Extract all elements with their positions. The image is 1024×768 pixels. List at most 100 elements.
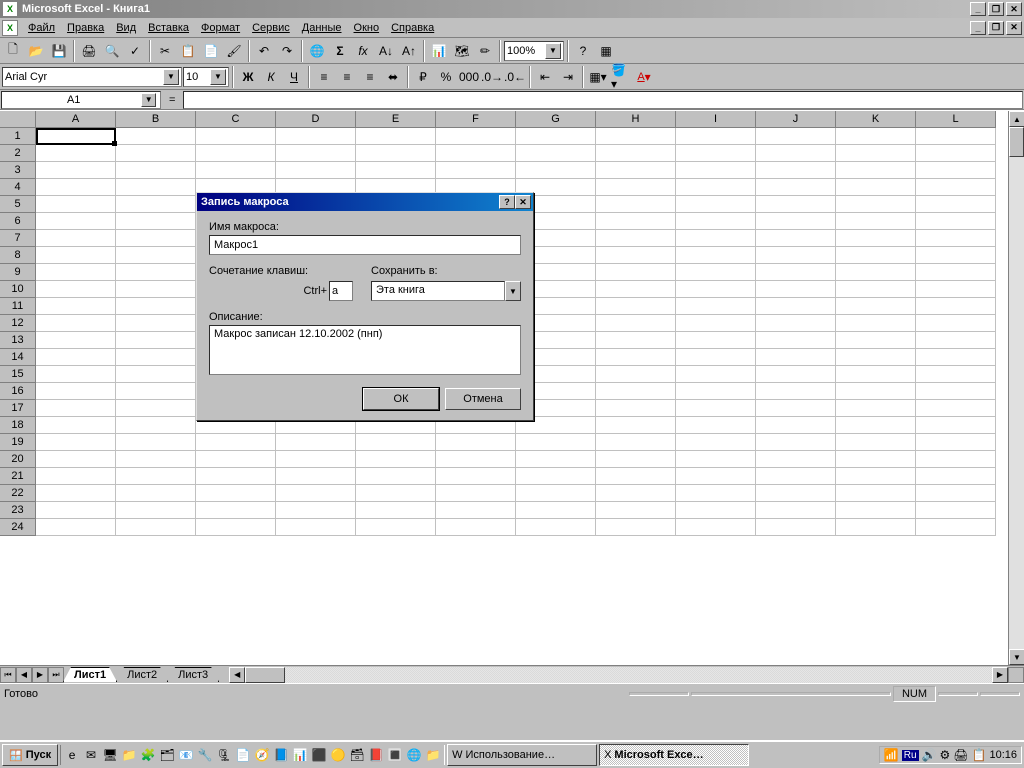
cell[interactable] [676, 298, 756, 315]
cell[interactable] [276, 434, 356, 451]
column-header[interactable]: A [36, 111, 116, 128]
cell[interactable] [596, 451, 676, 468]
drawing-icon[interactable]: ✏ [474, 40, 496, 62]
cell[interactable] [196, 519, 276, 536]
shortcut-key-input[interactable] [329, 281, 353, 301]
ql-icon[interactable]: 📁 [424, 745, 442, 765]
cell[interactable] [596, 281, 676, 298]
cell[interactable] [676, 417, 756, 434]
cell[interactable] [116, 417, 196, 434]
ql-outlook-icon[interactable]: ✉ [82, 745, 100, 765]
row-header[interactable]: 22 [0, 485, 36, 502]
cell[interactable] [516, 485, 596, 502]
cell[interactable] [436, 485, 516, 502]
cell[interactable] [36, 502, 116, 519]
cell[interactable] [756, 366, 836, 383]
cell[interactable] [676, 434, 756, 451]
cell[interactable] [356, 145, 436, 162]
restore-button[interactable]: ❐ [988, 2, 1004, 16]
cell[interactable] [196, 485, 276, 502]
cell[interactable] [116, 332, 196, 349]
cell[interactable] [596, 366, 676, 383]
cell[interactable] [36, 213, 116, 230]
cell[interactable] [196, 145, 276, 162]
print-icon[interactable]: 🖨 [78, 40, 100, 62]
doc-minimize-button[interactable]: _ [970, 21, 986, 35]
cell[interactable] [436, 468, 516, 485]
cell[interactable] [596, 417, 676, 434]
cell[interactable] [36, 349, 116, 366]
cell[interactable] [916, 417, 996, 434]
minimize-button[interactable]: _ [970, 2, 986, 16]
cell[interactable] [596, 468, 676, 485]
name-box[interactable]: A1 ▼ [1, 91, 161, 109]
cell[interactable] [116, 213, 196, 230]
comma-icon[interactable]: 000 [458, 66, 480, 88]
cell[interactable] [116, 468, 196, 485]
cell[interactable] [196, 162, 276, 179]
ql-icon[interactable]: 🗃 [348, 745, 366, 765]
row-header[interactable]: 2 [0, 145, 36, 162]
cell[interactable] [916, 434, 996, 451]
dialog-titlebar[interactable]: Запись макроса ? ✕ [197, 193, 533, 211]
menu-tools[interactable]: Сервис [246, 20, 296, 36]
cell[interactable] [356, 162, 436, 179]
cell[interactable] [196, 128, 276, 145]
cell[interactable] [356, 128, 436, 145]
column-header[interactable]: L [916, 111, 996, 128]
cell[interactable] [756, 213, 836, 230]
close-button[interactable]: ✕ [1006, 2, 1022, 16]
cell[interactable] [916, 230, 996, 247]
scroll-thumb[interactable] [1009, 127, 1024, 157]
cell[interactable] [836, 298, 916, 315]
cell[interactable] [916, 519, 996, 536]
cell[interactable] [36, 383, 116, 400]
ql-desktop-icon[interactable]: 🖥 [101, 745, 119, 765]
clock[interactable]: 10:16 [989, 749, 1017, 761]
cell[interactable] [36, 366, 116, 383]
cell[interactable] [676, 179, 756, 196]
tray-icon[interactable]: 📶 [884, 748, 899, 762]
taskbar-word-button[interactable]: W Использование… [447, 744, 597, 766]
tab-prev-icon[interactable]: ◀ [16, 667, 32, 683]
cell[interactable] [836, 162, 916, 179]
tray-icon[interactable]: 🖨 [953, 748, 968, 762]
cell[interactable] [836, 196, 916, 213]
cell[interactable] [836, 434, 916, 451]
bold-icon[interactable]: Ж [237, 66, 259, 88]
cell[interactable] [516, 434, 596, 451]
cell[interactable] [436, 434, 516, 451]
cell[interactable] [916, 264, 996, 281]
language-indicator[interactable]: Ru [902, 750, 919, 761]
dialog-help-button[interactable]: ? [499, 195, 515, 209]
cell[interactable] [756, 298, 836, 315]
scroll-up-icon[interactable]: ▲ [1009, 111, 1024, 127]
paste-icon[interactable]: 📄 [200, 40, 222, 62]
cell[interactable] [36, 281, 116, 298]
align-left-icon[interactable]: ≡ [313, 66, 335, 88]
cell[interactable] [756, 349, 836, 366]
cell[interactable] [916, 281, 996, 298]
ql-icon[interactable]: 📧 [177, 745, 195, 765]
cell[interactable] [36, 417, 116, 434]
cell[interactable] [916, 332, 996, 349]
menu-edit[interactable]: Правка [61, 20, 110, 36]
cell[interactable] [436, 451, 516, 468]
scroll-left-icon[interactable]: ◀ [229, 667, 245, 683]
chevron-down-icon[interactable]: ▼ [141, 93, 156, 107]
cell[interactable] [916, 213, 996, 230]
menu-window[interactable]: Окно [348, 20, 386, 36]
cell[interactable] [836, 213, 916, 230]
cell[interactable] [116, 128, 196, 145]
cut-icon[interactable]: ✂ [154, 40, 176, 62]
cell[interactable] [36, 145, 116, 162]
cell[interactable] [276, 128, 356, 145]
sheet-tab-3[interactable]: Лист3 [167, 667, 219, 682]
row-header[interactable]: 24 [0, 519, 36, 536]
menu-help[interactable]: Справка [385, 20, 440, 36]
cell[interactable] [756, 264, 836, 281]
cell[interactable] [116, 230, 196, 247]
ql-icon[interactable]: 🗜 [215, 745, 233, 765]
help-icon[interactable]: ? [572, 40, 594, 62]
cell[interactable] [276, 162, 356, 179]
